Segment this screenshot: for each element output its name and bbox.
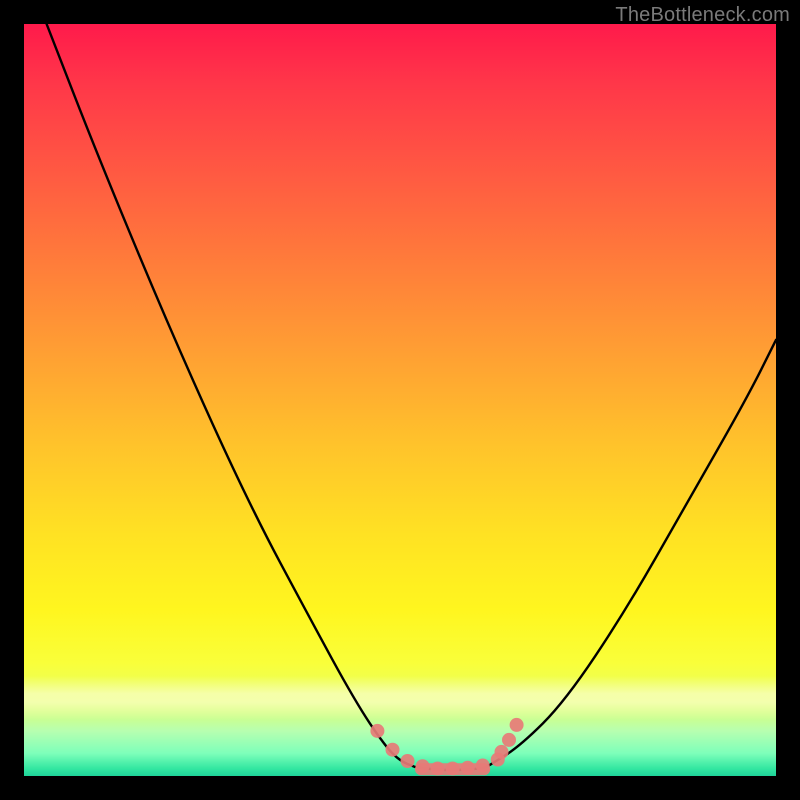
highlight-dot <box>386 743 400 757</box>
plot-area <box>24 24 776 776</box>
highlight-dot <box>510 718 524 732</box>
watermark-text: TheBottleneck.com <box>615 4 790 27</box>
chart-frame: TheBottleneck.com <box>0 0 800 800</box>
highlight-bar <box>415 763 490 775</box>
highlight-dot <box>370 724 384 738</box>
highlight-dot <box>495 745 509 759</box>
highlight-dot <box>502 733 516 747</box>
bottleneck-curve <box>24 24 776 776</box>
curve-path <box>47 24 776 770</box>
highlight-dot <box>401 754 415 768</box>
